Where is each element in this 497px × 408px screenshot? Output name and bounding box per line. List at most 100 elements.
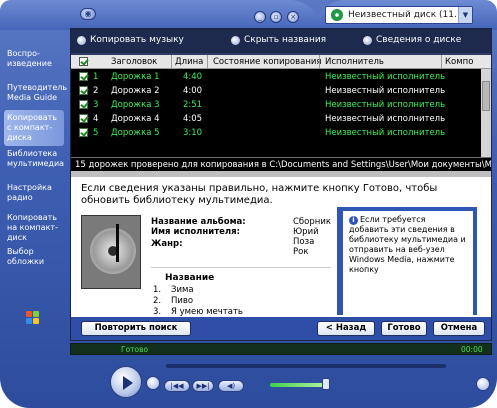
- track-artist: Неизвестный исполнитель: [325, 72, 446, 82]
- windows-logo-icon: [26, 311, 40, 325]
- previous-button[interactable]: |◀◀: [164, 380, 190, 392]
- track-checkbox[interactable]: [79, 72, 88, 81]
- main-panel: Копировать музыку Скрыть названия Сведен…: [70, 28, 492, 341]
- artist-name-label: Имя исполнителя:: [151, 227, 241, 237]
- tip-content: i Если требуется добавить эти сведения в …: [343, 211, 473, 315]
- sidebar-item-media-guide[interactable]: Путеводитель Media Guide: [4, 80, 67, 106]
- track-checkbox[interactable]: [79, 128, 88, 137]
- hide-names-button[interactable]: Скрыть названия: [231, 35, 326, 45]
- track-checkbox[interactable]: [79, 100, 88, 109]
- track-checkbox[interactable]: [79, 86, 88, 95]
- info-icon: i: [349, 216, 358, 225]
- sidebar-item-radio[interactable]: Настройка радио: [4, 180, 64, 206]
- disc-info-button[interactable]: Сведения о диске: [363, 35, 461, 45]
- mute-button[interactable]: ◀): [218, 380, 244, 392]
- select-all-checkbox[interactable]: [79, 57, 88, 66]
- track-table-scrollbar[interactable]: [481, 69, 491, 171]
- volume-slider[interactable]: [270, 383, 330, 387]
- album-name-value: Сборник: [293, 217, 331, 227]
- player-status-bar: Готово 00:00: [70, 343, 492, 355]
- track-length: 2:51: [183, 100, 203, 110]
- close-button[interactable]: ×: [287, 11, 299, 23]
- volume-knob[interactable]: [322, 378, 330, 390]
- column-length[interactable]: Длина: [175, 57, 203, 67]
- wmp-logo-icon[interactable]: ◉: [80, 8, 96, 20]
- track-artist: Неизвестный исполнитель: [325, 114, 446, 124]
- copy-music-button[interactable]: Копировать музыку: [77, 35, 184, 45]
- tip-text: Если требуется добавить эти сведения в б…: [349, 215, 466, 274]
- compact-mode-button[interactable]: [476, 377, 490, 391]
- track-artist: Неизвестный исполнитель: [325, 86, 446, 96]
- track-artist: Неизвестный исполнитель: [325, 128, 446, 138]
- album-info-panel: Если сведения указаны правильно, нажмите…: [71, 177, 491, 317]
- track-number: 3: [93, 100, 99, 110]
- info-icon: [363, 35, 372, 45]
- sidebar-item-copy-from-cd[interactable]: Копировать с компакт-диска: [4, 110, 64, 146]
- music-note-icon: [116, 224, 119, 262]
- button-bar: Повторить поиск < Назад Готово Отмена: [71, 317, 491, 340]
- list-item: 1. Зима: [153, 285, 194, 295]
- done-button[interactable]: Готово: [381, 321, 427, 336]
- disk-select[interactable]: Неизвестный диск (11.12. ▼: [325, 6, 473, 24]
- track-length: 4:00: [183, 86, 203, 96]
- stop-button[interactable]: [146, 376, 160, 390]
- song-number: 1.: [153, 285, 162, 295]
- column-copy-status[interactable]: Состояние копирования: [213, 57, 322, 67]
- track-number: 4: [93, 114, 99, 124]
- song-title: Пиво: [171, 296, 194, 306]
- track-checkbox[interactable]: [79, 114, 88, 123]
- cancel-button[interactable]: Отмена: [433, 321, 485, 336]
- retry-search-button[interactable]: Повторить поиск: [81, 321, 191, 336]
- sidebar-item-skin-chooser[interactable]: Выбор обложки: [4, 244, 64, 270]
- list-item: 3. Я умею мечтать: [153, 307, 243, 317]
- table-row[interactable]: 4 Дорожка 4 4:05 Неизвестный исполнитель: [71, 112, 491, 126]
- track-length: 4:05: [183, 114, 203, 124]
- copy-status-text: 15 дорожек проверено для копирования в C…: [71, 157, 491, 171]
- scrollbar-thumb[interactable]: [482, 81, 490, 111]
- minimize-button[interactable]: _: [254, 11, 266, 23]
- record-icon: [77, 35, 86, 45]
- track-length: 4:40: [183, 72, 203, 82]
- column-artist[interactable]: Исполнитель: [325, 57, 384, 67]
- track-artist: Неизвестный исполнитель: [325, 100, 446, 110]
- column-composer[interactable]: Компо: [445, 57, 473, 67]
- disc-info-label: Сведения о диске: [376, 35, 462, 45]
- back-button[interactable]: < Назад: [317, 321, 375, 336]
- table-row[interactable]: 5 Дорожка 5 3:10 Неизвестный исполнитель: [71, 126, 491, 140]
- genre-value: Поза: [293, 237, 315, 247]
- artist-name-value: Юрий: [293, 227, 319, 237]
- table-row[interactable]: 3 Дорожка 3 2:51 Неизвестный исполнитель: [71, 98, 491, 112]
- transport-controls: |◀◀ ▶▶| ◀): [0, 356, 497, 408]
- table-row[interactable]: 1 Дорожка 1 4:40 Неизвестный исполнитель: [71, 70, 491, 84]
- song-number: 2.: [153, 296, 162, 306]
- genre-extra-value: Рок: [293, 247, 309, 257]
- toolbar: Копировать музыку Скрыть названия Сведен…: [71, 29, 491, 53]
- sidebar-item-copy-to-cd[interactable]: Копировать на компакт-диск: [4, 210, 64, 246]
- track-number: 5: [93, 128, 99, 138]
- genre-label: Жанр:: [151, 239, 183, 249]
- track-number: 2: [93, 86, 99, 96]
- play-button[interactable]: [110, 366, 142, 398]
- hide-icon: [231, 35, 240, 45]
- album-name-label: Название альбома:: [151, 217, 246, 227]
- maximize-button[interactable]: ▫: [270, 11, 282, 23]
- sidebar-item-playback[interactable]: Воспро-изведение: [4, 46, 64, 72]
- disk-select-value: Неизвестный диск (11.12.: [348, 10, 472, 20]
- song-title: Зима: [171, 285, 194, 295]
- divider: [151, 267, 331, 268]
- next-button[interactable]: ▶▶|: [192, 380, 214, 392]
- column-title[interactable]: Заголовок: [111, 57, 157, 67]
- hide-names-label: Скрыть названия: [244, 35, 327, 45]
- track-number: 1: [93, 72, 99, 82]
- track-table: Заголовок Длина Состояние копирования Ис…: [71, 55, 491, 171]
- list-item: 2. Пиво: [153, 296, 193, 306]
- seek-bar[interactable]: [166, 364, 446, 368]
- track-title: Дорожка 4: [111, 114, 160, 124]
- sidebar-item-library[interactable]: Библиотека мультимедиа: [4, 146, 64, 172]
- table-row[interactable]: 2 Дорожка 2 4:00 Неизвестный исполнитель: [71, 84, 491, 98]
- copy-music-label: Копировать музыку: [90, 35, 184, 45]
- chevron-down-icon[interactable]: ▼: [458, 7, 472, 23]
- sidebar: Воспро-изведение Путеводитель Media Guid…: [0, 34, 67, 334]
- disc-icon: [90, 228, 136, 274]
- track-length: 3:10: [183, 128, 203, 138]
